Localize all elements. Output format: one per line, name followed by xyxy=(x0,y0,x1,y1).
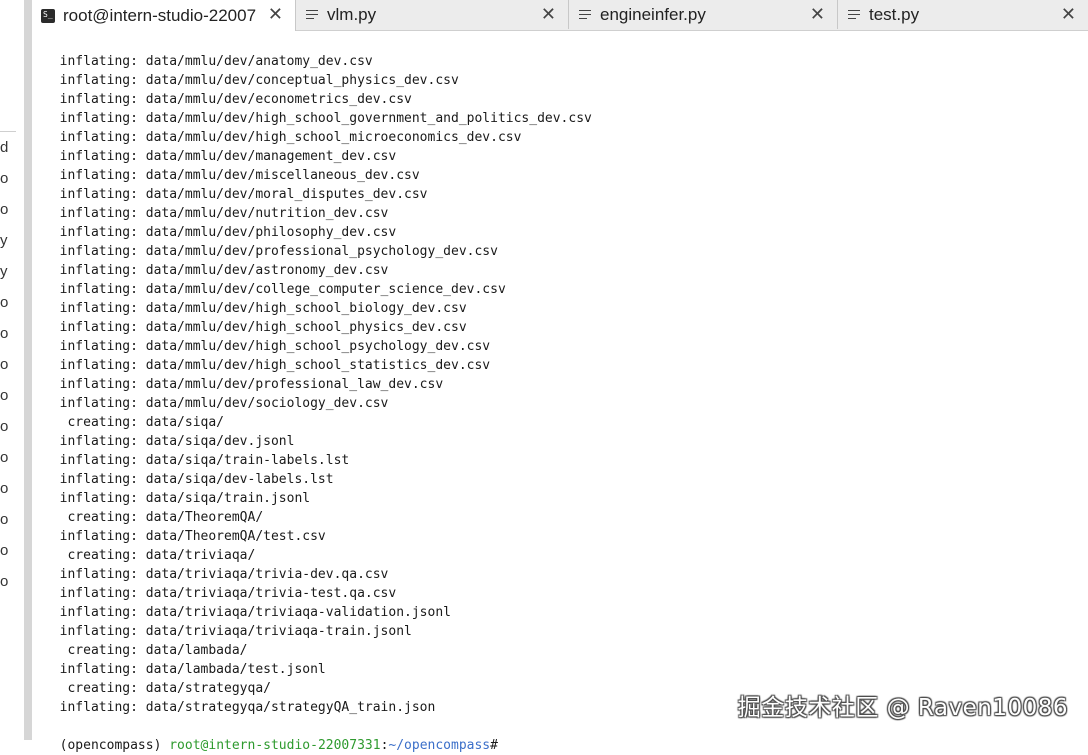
tab-label: engineinfer.py xyxy=(600,4,706,24)
terminal-line: inflating: data/triviaqa/triviaqa-train.… xyxy=(44,624,412,639)
terminal-line: inflating: data/triviaqa/trivia-test.qa.… xyxy=(44,586,397,601)
left-panel-item[interactable]: y xyxy=(0,232,8,249)
left-panel-item[interactable]: o xyxy=(0,356,8,373)
close-icon[interactable]: ✕ xyxy=(268,5,283,23)
left-panel-item[interactable]: o xyxy=(0,170,8,187)
prompt-user-host: root@intern-studio-22007331 xyxy=(169,738,381,753)
terminal-line: inflating: data/mmlu/dev/anatomy_dev.csv xyxy=(44,54,373,69)
left-file-panel: dooyyoooooooooo xyxy=(0,0,24,740)
left-panel-item[interactable]: o xyxy=(0,387,8,404)
left-panel-item[interactable]: o xyxy=(0,325,8,342)
left-panel-item[interactable]: o xyxy=(0,449,8,466)
left-panel-item[interactable]: o xyxy=(0,480,8,497)
tab-label: root@intern-studio-22007 xyxy=(63,5,257,25)
close-icon[interactable]: ✕ xyxy=(541,5,556,23)
document-icon xyxy=(305,8,319,22)
left-panel-item[interactable]: o xyxy=(0,511,8,528)
terminal-line: inflating: data/mmlu/dev/nutrition_dev.c… xyxy=(44,206,389,221)
terminal-line: inflating: data/TheoremQA/test.csv xyxy=(44,529,326,544)
terminal-line: inflating: data/siqa/train.jsonl xyxy=(44,491,311,506)
prompt-symbol: # xyxy=(490,738,498,753)
terminal-line: inflating: data/mmlu/dev/high_school_mic… xyxy=(44,130,522,145)
terminal-line: inflating: data/triviaqa/trivia-dev.qa.c… xyxy=(44,567,389,582)
terminal-line: inflating: data/mmlu/dev/moral_disputes_… xyxy=(44,187,428,202)
terminal-line: inflating: data/mmlu/dev/high_school_gov… xyxy=(44,111,592,126)
terminal-line: inflating: data/siqa/train-labels.lst xyxy=(44,453,350,468)
terminal-line: inflating: data/mmlu/dev/sociology_dev.c… xyxy=(44,396,389,411)
left-panel-item[interactable]: o xyxy=(0,573,8,590)
close-icon[interactable]: ✕ xyxy=(810,5,825,23)
tab-bar: S_ root@intern-studio-22007 ✕ vlm.py ✕ e… xyxy=(32,0,1088,31)
terminal-line: inflating: data/strategyqa/strategyQA_tr… xyxy=(44,700,436,715)
prompt-env: (opencompass) xyxy=(59,738,170,753)
terminal-line: inflating: data/siqa/dev.jsonl xyxy=(44,434,295,449)
tab-vlm-py[interactable]: vlm.py ✕ xyxy=(296,0,569,29)
prompt-path: ~/opencompass xyxy=(388,738,491,753)
terminal-line: inflating: data/mmlu/dev/professional_la… xyxy=(44,377,444,392)
shell-prompt: (opencompass) root@intern-studio-2200733… xyxy=(44,717,498,753)
tab-test-py[interactable]: test.py ✕ xyxy=(838,0,1088,29)
terminal-icon: S_ xyxy=(41,8,55,23)
document-icon xyxy=(578,8,592,22)
terminal-line: inflating: data/mmlu/dev/professional_ps… xyxy=(44,244,498,259)
terminal-line: inflating: data/mmlu/dev/college_compute… xyxy=(44,282,506,297)
left-panel-item[interactable]: o xyxy=(0,542,8,559)
panel-scrollbar[interactable] xyxy=(24,0,32,740)
tab-label: test.py xyxy=(869,4,920,24)
left-panel-item[interactable]: o xyxy=(0,201,8,218)
left-panel-item[interactable]: o xyxy=(0,418,8,435)
document-icon xyxy=(847,8,861,22)
watermark: 掘金技术社区 @ Raven10086 xyxy=(737,695,1068,721)
terminal-line: inflating: data/mmlu/dev/miscellaneous_d… xyxy=(44,168,420,183)
terminal-line: creating: data/strategyqa/ xyxy=(44,681,271,696)
terminal-line: creating: data/lambada/ xyxy=(44,643,248,658)
panel-divider xyxy=(0,131,16,132)
terminal-line: inflating: data/mmlu/dev/astronomy_dev.c… xyxy=(44,263,389,278)
close-icon[interactable]: ✕ xyxy=(1061,5,1076,23)
left-panel-item[interactable]: d xyxy=(0,139,8,156)
left-panel-item[interactable]: y xyxy=(0,263,8,280)
terminal-line: inflating: data/mmlu/dev/high_school_psy… xyxy=(44,339,491,354)
terminal-line: inflating: data/mmlu/dev/high_school_sta… xyxy=(44,358,491,373)
terminal-output[interactable]: inflating: data/mmlu/dev/anatomy_dev.csv… xyxy=(32,39,1088,740)
terminal-line: inflating: data/triviaqa/triviaqa-valida… xyxy=(44,605,451,620)
terminal-line: inflating: data/mmlu/dev/econometrics_de… xyxy=(44,92,412,107)
terminal-line: inflating: data/mmlu/dev/management_dev.… xyxy=(44,149,397,164)
left-panel-item[interactable]: o xyxy=(0,294,8,311)
terminal-line: creating: data/siqa/ xyxy=(44,415,225,430)
terminal-line: inflating: data/siqa/dev-labels.lst xyxy=(44,472,334,487)
terminal-line: inflating: data/mmlu/dev/conceptual_phys… xyxy=(44,73,459,88)
tab-terminal[interactable]: S_ root@intern-studio-22007 ✕ xyxy=(32,0,296,31)
terminal-line: creating: data/triviaqa/ xyxy=(44,548,256,563)
terminal-line: inflating: data/lambada/test.jsonl xyxy=(44,662,326,677)
terminal-line: inflating: data/mmlu/dev/philosophy_dev.… xyxy=(44,225,397,240)
tab-label: vlm.py xyxy=(327,4,377,24)
terminal-line: inflating: data/mmlu/dev/high_school_bio… xyxy=(44,301,467,316)
tab-engineinfer-py[interactable]: engineinfer.py ✕ xyxy=(569,0,838,29)
prompt-colon: : xyxy=(380,738,389,753)
terminal-line: inflating: data/mmlu/dev/high_school_phy… xyxy=(44,320,467,335)
terminal-line: creating: data/TheoremQA/ xyxy=(44,510,264,525)
